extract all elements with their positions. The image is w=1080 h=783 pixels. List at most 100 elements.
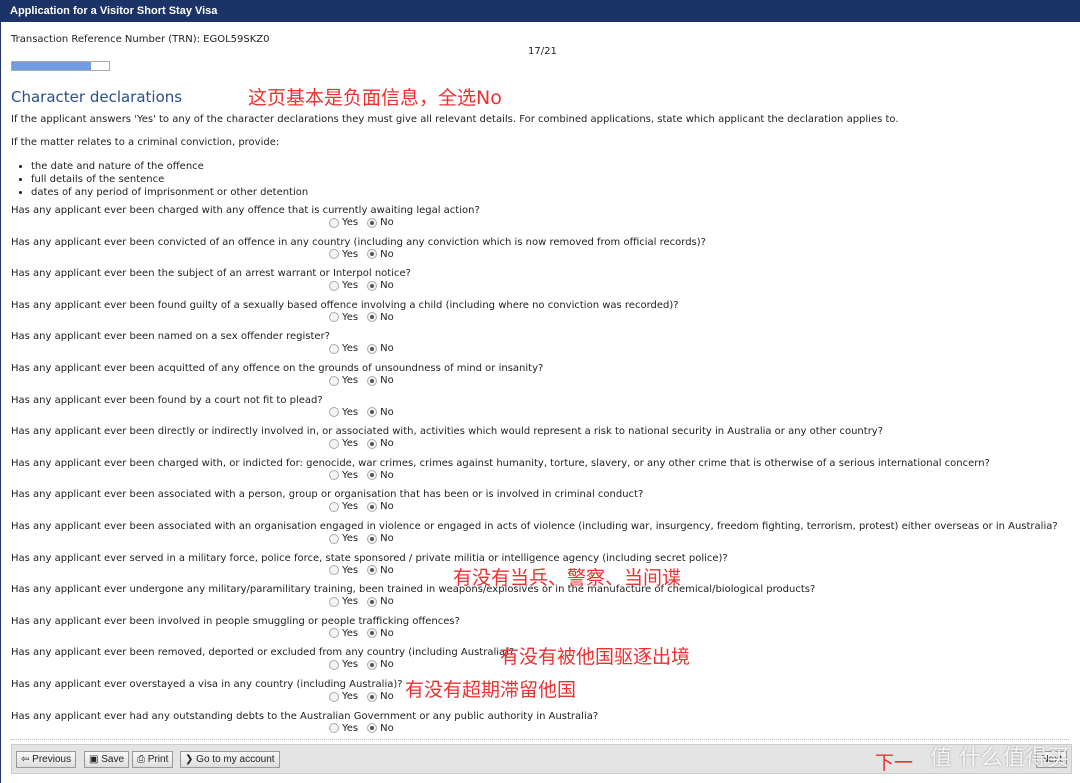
radio-no[interactable]: [367, 723, 378, 734]
radio-label-no[interactable]: No: [380, 659, 394, 670]
radio-label-yes[interactable]: Yes: [342, 217, 358, 228]
progress-fill: [12, 62, 91, 70]
radio-label-yes[interactable]: Yes: [342, 596, 358, 607]
radio-yes[interactable]: [329, 438, 339, 449]
question-text: Has any applicant ever been named on a s…: [11, 331, 330, 343]
question-text: Has any applicant ever been the subject …: [11, 268, 411, 280]
radio-no[interactable]: [367, 375, 378, 386]
radio-no[interactable]: [367, 628, 378, 639]
radio-label-no[interactable]: No: [380, 596, 394, 607]
question-text: Has any applicant ever been involved in …: [11, 615, 460, 627]
page-indicator: 17/21: [528, 46, 557, 57]
radio-label-yes[interactable]: Yes: [342, 691, 358, 702]
radio-label-no[interactable]: No: [380, 438, 394, 449]
radio-label-no[interactable]: No: [380, 723, 394, 734]
yes-no-radio-group: Yes No: [329, 501, 400, 512]
question-text: Has any applicant ever been acquitted of…: [11, 363, 544, 374]
yes-no-radio-group: Yes No: [329, 249, 400, 260]
radio-label-yes[interactable]: Yes: [342, 312, 358, 323]
radio-no[interactable]: [367, 470, 378, 481]
question-text: Has any applicant ever been convicted of…: [11, 236, 706, 248]
radio-label-no[interactable]: No: [380, 501, 394, 512]
radio-no[interactable]: [367, 438, 378, 449]
radio-no[interactable]: [367, 217, 378, 228]
radio-label-yes[interactable]: Yes: [342, 470, 358, 481]
radio-label-no[interactable]: No: [380, 407, 394, 418]
annotation-deported: 有没有被他国驱逐出境: [500, 646, 691, 668]
radio-yes[interactable]: [329, 691, 339, 702]
radio-label-yes[interactable]: Yes: [342, 249, 358, 260]
radio-label-yes[interactable]: Yes: [342, 343, 358, 354]
radio-no[interactable]: [367, 280, 378, 291]
radio-yes[interactable]: [329, 375, 339, 386]
radio-label-yes[interactable]: Yes: [342, 533, 358, 544]
radio-no[interactable]: [367, 343, 378, 354]
radio-yes[interactable]: [329, 312, 339, 323]
radio-label-yes[interactable]: Yes: [342, 438, 358, 449]
radio-yes[interactable]: [329, 659, 339, 670]
yes-no-radio-group: Yes No: [329, 375, 400, 386]
previous-button[interactable]: ⇦ Previous: [16, 751, 77, 768]
radio-yes[interactable]: [329, 217, 339, 228]
radio-label-no[interactable]: No: [380, 375, 394, 386]
criminal-intro: If the matter relates to a criminal conv…: [11, 137, 280, 148]
radio-yes[interactable]: [329, 501, 339, 512]
question-text: Has any applicant ever been associated w…: [11, 489, 644, 501]
radio-label-no[interactable]: No: [380, 628, 394, 639]
radio-label-no[interactable]: No: [380, 565, 394, 576]
radio-no[interactable]: [367, 691, 378, 702]
radio-label-yes[interactable]: Yes: [342, 375, 358, 386]
radio-label-no[interactable]: No: [380, 249, 394, 260]
radio-no[interactable]: [367, 659, 378, 670]
radio-yes[interactable]: [329, 343, 339, 354]
radio-label-yes[interactable]: Yes: [342, 407, 358, 418]
trn-label: Transaction Reference Number (TRN): EGOL…: [11, 34, 270, 45]
radio-yes[interactable]: [329, 407, 339, 418]
radio-yes[interactable]: [329, 723, 339, 734]
radio-no[interactable]: [367, 533, 378, 544]
radio-label-no[interactable]: No: [380, 217, 394, 228]
radio-label-no[interactable]: No: [380, 691, 394, 702]
radio-yes[interactable]: [329, 280, 339, 291]
go-to-account-button[interactable]: ❯ Go to my account: [180, 751, 280, 768]
yes-no-radio-group: Yes No: [329, 723, 400, 734]
radio-no[interactable]: [367, 407, 378, 418]
print-button[interactable]: ⎙ Print: [132, 751, 174, 768]
annotation-next: 下一: [875, 752, 914, 774]
radio-no[interactable]: [367, 565, 378, 576]
radio-label-yes[interactable]: Yes: [342, 628, 358, 639]
radio-label-yes[interactable]: Yes: [342, 501, 358, 512]
radio-label-no[interactable]: No: [380, 280, 394, 291]
radio-no[interactable]: [367, 312, 378, 323]
yes-no-radio-group: Yes No: [329, 565, 400, 576]
radio-yes[interactable]: [329, 596, 339, 607]
chevron-right-icon: ❯: [185, 754, 197, 765]
question-text: Has any applicant ever been found guilty…: [11, 299, 679, 311]
question-text: Has any applicant ever been found by a c…: [11, 394, 323, 406]
question-text: Has any applicant ever served in a milit…: [11, 552, 728, 564]
radio-label-no[interactable]: No: [380, 470, 394, 481]
section-title: Character declarations: [11, 88, 183, 106]
radio-label-no[interactable]: No: [380, 343, 394, 354]
yes-no-radio-group: Yes No: [329, 438, 400, 449]
radio-yes[interactable]: [329, 249, 339, 260]
yes-no-radio-group: Yes No: [329, 533, 400, 544]
radio-no[interactable]: [367, 249, 378, 260]
radio-label-yes[interactable]: Yes: [342, 565, 358, 576]
yes-no-radio-group: Yes No: [329, 407, 400, 418]
radio-no[interactable]: [367, 501, 378, 512]
save-button[interactable]: ▣ Save: [84, 751, 130, 768]
radio-yes[interactable]: [329, 470, 339, 481]
radio-yes[interactable]: [329, 628, 339, 639]
radio-yes[interactable]: [329, 565, 339, 576]
radio-label-yes[interactable]: Yes: [342, 659, 358, 670]
radio-yes[interactable]: [329, 533, 339, 544]
radio-label-no[interactable]: No: [380, 312, 394, 323]
radio-no[interactable]: [367, 596, 378, 607]
previous-icon: ⇦: [21, 754, 33, 765]
radio-label-yes[interactable]: Yes: [342, 723, 358, 734]
radio-label-yes[interactable]: Yes: [342, 280, 358, 291]
intro-text: If the applicant answers 'Yes' to any of…: [11, 114, 899, 125]
radio-label-no[interactable]: No: [380, 533, 394, 544]
annotation-military: 有没有当兵、警察、当间谍: [453, 567, 682, 589]
